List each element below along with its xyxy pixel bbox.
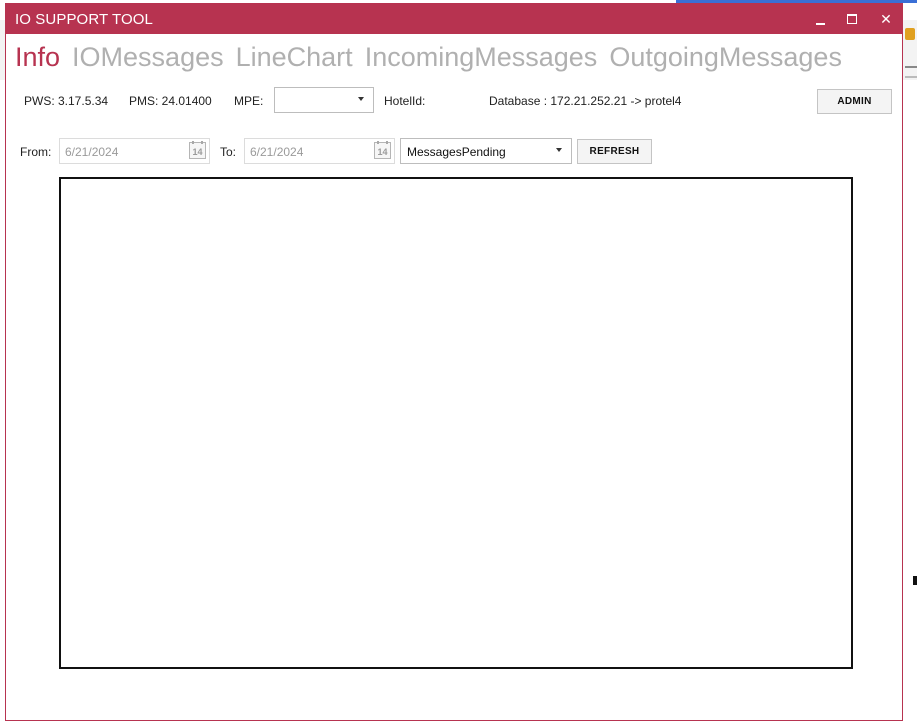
mpe-dropdown[interactable] [274, 87, 374, 113]
chevron-down-icon [556, 148, 562, 152]
minimize-button[interactable] [804, 4, 836, 34]
chart-area [59, 177, 853, 669]
database-info: Database : 172.21.252.21 -> protel4 [489, 94, 682, 108]
admin-button[interactable]: ADMIN [817, 89, 892, 114]
tab-incomingmessages[interactable]: IncomingMessages [365, 40, 598, 76]
to-date-value: 6/21/2024 [250, 145, 304, 159]
mouse-cursor-icon [913, 576, 917, 585]
title-bar[interactable]: IO SUPPORT TOOL ✕ [6, 4, 902, 34]
calendar-icon[interactable]: 14 [374, 141, 391, 159]
chevron-down-icon [358, 97, 364, 101]
app-window: IO SUPPORT TOOL ✕ Info IOMessages LineCh… [5, 3, 903, 721]
tab-strip: Info IOMessages LineChart IncomingMessag… [15, 40, 842, 76]
metric-dropdown[interactable]: MessagesPending [400, 138, 572, 164]
pws-version: PWS: 3.17.5.34 [24, 94, 109, 108]
close-button[interactable]: ✕ [870, 4, 902, 34]
tab-iomessages[interactable]: IOMessages [72, 40, 224, 76]
to-date-picker[interactable]: 6/21/2024 14 [244, 138, 395, 164]
from-label: From: [20, 145, 52, 159]
refresh-button[interactable]: REFRESH [577, 139, 652, 164]
tab-outgoingmessages[interactable]: OutgoingMessages [609, 40, 842, 76]
to-label: To: [220, 145, 237, 159]
tab-info[interactable]: Info [15, 40, 60, 76]
background-toolbar-icon [905, 28, 915, 40]
hotelid-label: HotelId: [384, 94, 426, 108]
close-icon: ✕ [880, 10, 892, 27]
mpe-label: MPE: [234, 94, 264, 108]
minimize-icon [815, 23, 825, 25]
from-date-picker[interactable]: 6/21/2024 14 [59, 138, 210, 164]
calendar-icon[interactable]: 14 [189, 141, 206, 159]
background-divider [905, 76, 917, 78]
maximize-icon [847, 14, 857, 24]
metric-selected-value: MessagesPending [407, 145, 506, 159]
window-title: IO SUPPORT TOOL [15, 11, 153, 28]
pms-version: PMS: 24.01400 [129, 94, 212, 108]
from-date-value: 6/21/2024 [65, 145, 119, 159]
background-divider [905, 66, 917, 68]
maximize-button[interactable] [836, 4, 868, 34]
tab-linechart[interactable]: LineChart [236, 40, 353, 76]
